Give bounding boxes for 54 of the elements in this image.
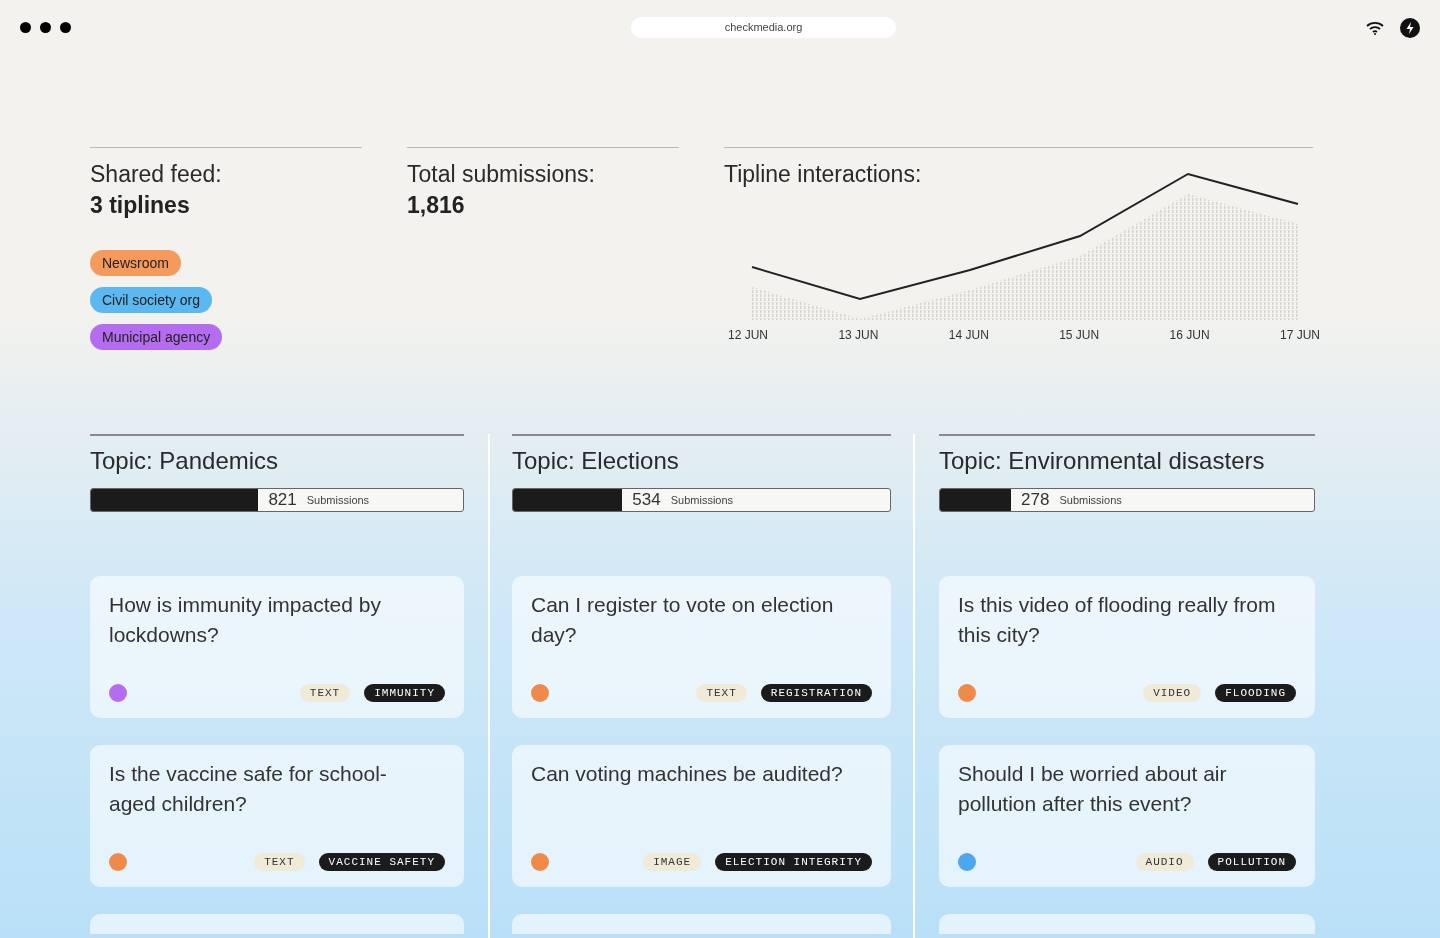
question-card[interactable] [512,914,891,934]
axis-label: 17 JUN [1279,327,1320,344]
tipline-tag: Municipal agency [90,324,223,350]
media-tag: TEXT [254,853,305,871]
window-dots-icon[interactable] [20,22,71,33]
stat-label: Shared feed: [90,160,223,189]
bolt-icon[interactable] [1400,17,1420,38]
question-text: Should I be worried about air pollution after this event? [958,761,1228,817]
submission-count: 278 [1021,489,1050,511]
stat-label: Total submissions: [407,160,596,189]
question-card[interactable] [939,914,1315,934]
submission-count: 534 [632,489,661,511]
question-card[interactable]: Can voting machines be audited? IMAGE ELECTION INTEGRITY [512,745,891,887]
question-card[interactable]: Can I register to vote on election day? TEXT REGISTRATION [512,576,891,718]
submission-unit: Submissions [1059,492,1122,508]
stat-value: 3 tiplines [90,191,191,220]
axis-label: 12 JUN [728,327,768,344]
topic-tag: REGISTRATION [760,684,872,702]
axis-label: 16 JUN [1169,327,1210,344]
chart-title: Tipline interactions: [724,160,923,189]
topic-tag: FLOODING [1215,684,1296,702]
topic-tag: POLLUTION [1207,853,1296,871]
wifi-icon [1366,20,1384,35]
question-text: Is this video of flooding really from this city? [958,592,1277,648]
question-text: Is the vaccine safe for school-aged children? [109,761,388,817]
question-card[interactable]: Is the vaccine safe for school-aged children? TEXT VACCINE SAFETY [90,745,464,887]
topic-tag: IMMUNITY [364,684,445,702]
stat-value: 1,816 [407,191,466,220]
question-card[interactable] [90,914,464,934]
question-text: How is immunity impacted by lockdowns? [109,592,382,648]
media-tag: VIDEO [1143,684,1202,702]
question-card[interactable]: Should I be worried about air pollution after this event? AUDIO POLLUTION [939,745,1315,887]
media-tag: TEXT [696,684,747,702]
topic-title: Topic: Pandemics [90,446,280,476]
tipline-tag: Newsroom [90,250,181,276]
axis-label: 14 JUN [948,327,989,344]
question-card[interactable]: How is immunity impacted by lockdowns? TEXT IMMUNITY [90,576,464,718]
question-text: Can I register to vote on election day? [531,592,835,648]
question-card[interactable]: Is this video of flooding really from this city? VIDEO FLOODING [939,576,1315,718]
media-tag: IMAGE [643,853,702,871]
axis-label: 15 JUN [1059,327,1100,344]
submission-unit: Submissions [670,492,734,508]
axis-label: 13 JUN [838,327,879,344]
topic-tag: VACCINE SAFETY [318,853,445,871]
question-text: Can voting machines be audited? [531,761,844,787]
media-tag: TEXT [299,684,351,702]
topic-tag: ELECTION INTEGRITY [715,853,872,871]
submission-unit: Submissions [306,492,370,508]
topic-title: Topic: Environmental disasters [939,446,1266,476]
address-bar[interactable]: checkmedia.org [631,17,896,38]
submission-count: 821 [268,489,297,511]
topic-title: Topic: Elections [512,446,680,476]
media-tag: AUDIO [1135,853,1194,871]
tipline-tag: Civil society org [90,287,213,313]
